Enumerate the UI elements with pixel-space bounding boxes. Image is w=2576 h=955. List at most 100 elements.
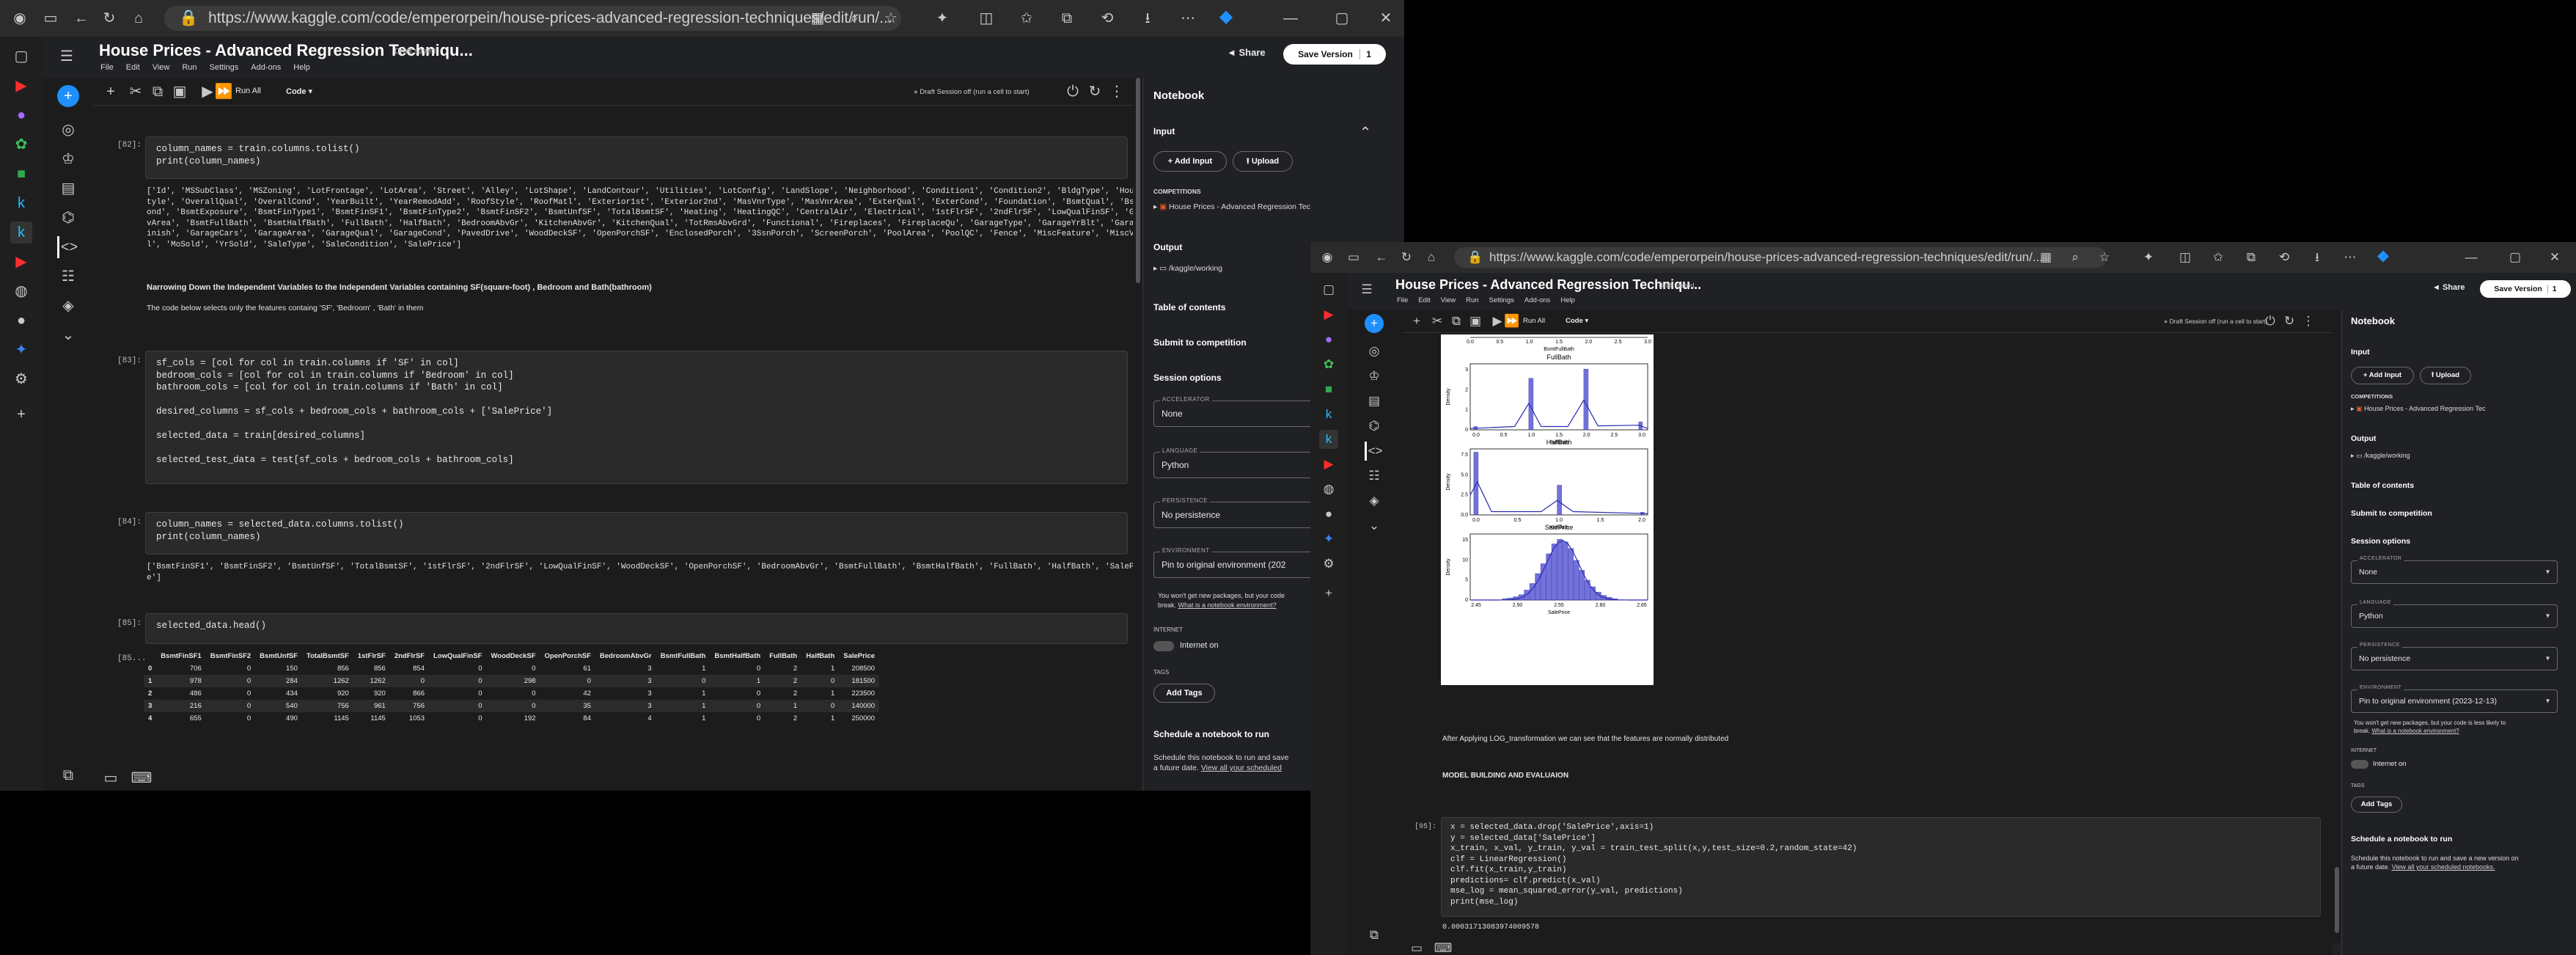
tabs-icon-2[interactable]: ▢ — [1319, 280, 1338, 299]
refresh-icon-2[interactable]: ↻ — [1397, 248, 1416, 267]
app-icon-5[interactable]: ✦ — [10, 339, 32, 361]
output-item[interactable]: ▸ ▭ /kaggle/working — [1153, 264, 1222, 273]
minimize-icon-2[interactable]: — — [2462, 248, 2481, 267]
copy-icon[interactable]: ⧉ — [147, 81, 169, 103]
reader-icon[interactable]: ▦ — [807, 7, 829, 29]
code-cell-82[interactable]: column_names = train.columns.tolist() pr… — [145, 136, 1128, 179]
cell-type-dropdown-2[interactable]: Code ▾ — [1566, 317, 1588, 325]
code-cell-85[interactable]: selected_data.head() — [145, 613, 1128, 644]
cut-icon-2[interactable]: ✂ — [1428, 312, 1447, 331]
profile-icon[interactable]: ◉ — [9, 7, 31, 29]
language-select-2[interactable]: LANGUAGE Python ▾ — [2351, 600, 2558, 628]
add-icon[interactable]: + — [10, 403, 32, 425]
run-all-icon-2[interactable]: ⏩ — [1502, 312, 1522, 331]
app-icon-2[interactable]: ✿ — [10, 133, 32, 155]
console-icon-2[interactable]: ▭ — [1407, 939, 1426, 955]
trophy-icon[interactable]: ♔ — [57, 148, 79, 170]
input-section[interactable]: Input — [1153, 126, 1175, 136]
run-all-button[interactable]: Run All — [235, 87, 261, 95]
editor-scrollbar[interactable] — [1134, 78, 1142, 760]
downloads-icon[interactable]: ⭳ — [1137, 7, 1159, 29]
add-tags-button[interactable]: Add Tags — [1153, 684, 1215, 703]
collections-icon-2[interactable]: ⧉ — [2242, 248, 2261, 267]
favorites-bar-icon-2[interactable]: ✩ — [2209, 248, 2228, 267]
expand-icon-2[interactable]: ⌄ — [1365, 516, 1384, 535]
power-icon[interactable]: ⏻ — [1062, 81, 1084, 103]
address-bar-2[interactable]: 🔒 https://www.kaggle.com/code/emperorpei… — [1454, 247, 2107, 268]
menu-help-2[interactable]: Help — [1560, 296, 1575, 304]
settings-icon[interactable]: ⚙ — [10, 368, 32, 390]
cell-more-icon-2[interactable]: ⋮ — [2299, 312, 2318, 331]
code-icon-2[interactable]: <> — [1365, 442, 1384, 461]
cell-type-dropdown[interactable]: Code ▾ — [286, 87, 312, 96]
app-icon-1[interactable]: ● — [10, 104, 32, 126]
tab-actions-icon[interactable]: ▭ — [40, 7, 62, 29]
maximize-icon-2[interactable]: ▢ — [2506, 248, 2525, 267]
submit-section-2[interactable]: Submit to competition — [2351, 509, 2432, 518]
schedule-section[interactable]: Schedule a notebook to run — [1153, 729, 1269, 739]
cut-icon[interactable]: ✂ — [125, 81, 147, 103]
kaggle-icon[interactable]: k — [10, 192, 32, 214]
menu-file[interactable]: File — [100, 63, 114, 72]
split-screen-icon[interactable]: ◫ — [975, 7, 997, 29]
models-icon-2[interactable]: ⌬ — [1365, 417, 1384, 436]
menu-run-2[interactable]: Run — [1466, 296, 1478, 304]
collapse-icon[interactable]: ⧉ — [57, 764, 79, 786]
app-icon-7[interactable]: ✿ — [1319, 355, 1338, 374]
profile-icon-2[interactable]: ◉ — [1318, 248, 1337, 267]
split-screen-icon-2[interactable]: ◫ — [2176, 248, 2195, 267]
menu-addons-2[interactable]: Add-ons — [1524, 296, 1550, 304]
environment-select-2[interactable]: ENVIRONMENT Pin to original environment (… — [2351, 685, 2558, 713]
youtube-icon[interactable]: ▶ — [10, 75, 32, 97]
tabs-icon[interactable]: ▢ — [10, 45, 32, 67]
youtube-icon-3[interactable]: ▶ — [1319, 305, 1338, 324]
learn-icon-2[interactable]: ◈ — [1365, 491, 1384, 511]
menu-file-2[interactable]: File — [1397, 296, 1408, 304]
copilot-icon[interactable]: ◆ — [1215, 6, 1237, 28]
datasets-icon-2[interactable]: ▤ — [1365, 392, 1384, 411]
console-icon[interactable]: ▭ — [100, 767, 122, 789]
accelerator-select-2[interactable]: ACCELERATOR None ▾ — [2351, 556, 2558, 584]
extensions-icon[interactable]: ✦ — [931, 7, 953, 29]
power-icon-2[interactable]: ⏻ — [2261, 312, 2280, 331]
extensions-icon-2[interactable]: ✦ — [2139, 248, 2158, 267]
kaggle-icon-2[interactable]: k — [1319, 405, 1338, 424]
menu-settings-2[interactable]: Settings — [1489, 296, 1514, 304]
schedule-link-2[interactable]: View all your scheduled notebooks. — [2392, 863, 2495, 871]
session-options-section-2[interactable]: Session options — [2351, 537, 2410, 546]
kaggle-active-icon[interactable]: k — [10, 222, 32, 244]
app-icon-10[interactable]: ✦ — [1319, 530, 1338, 549]
internet-toggle-2[interactable] — [2351, 760, 2368, 769]
restart-icon-2[interactable]: ↻ — [2280, 312, 2299, 331]
output-section[interactable]: Output — [1153, 242, 1182, 252]
datasets-icon[interactable]: ▤ — [57, 178, 79, 200]
menu-run[interactable]: Run — [182, 63, 197, 72]
menu-view[interactable]: View — [153, 63, 170, 72]
address-bar[interactable]: 🔒 https://www.kaggle.com/code/emperorpei… — [164, 6, 901, 31]
more-icon[interactable]: ⋯ — [1177, 7, 1199, 29]
zoom-icon-2[interactable]: ⌕ — [2066, 248, 2085, 267]
app-icon-3[interactable]: ■ — [10, 163, 32, 185]
collections-icon[interactable]: ⧉ — [1056, 7, 1078, 29]
collapse-icon-2[interactable]: ⧉ — [1365, 926, 1384, 945]
code-icon[interactable]: <> — [57, 236, 79, 258]
toc-section[interactable]: Table of contents — [1153, 302, 1225, 312]
upload-button[interactable]: ⭱ Upload — [1233, 151, 1293, 172]
output-section-2[interactable]: Output — [2351, 434, 2376, 443]
history-icon-2[interactable]: ⟲ — [2275, 248, 2294, 267]
editor-scrollbar-2[interactable] — [2333, 310, 2341, 942]
paste-icon[interactable]: ▣ — [169, 81, 191, 103]
share-button[interactable]: ◄ Share — [1227, 47, 1266, 58]
copy-icon-2[interactable]: ⧉ — [1447, 312, 1466, 331]
trophy-icon-2[interactable]: ♔ — [1365, 367, 1384, 386]
restart-icon[interactable]: ↻ — [1084, 81, 1106, 103]
cell-more-icon[interactable]: ⋮ — [1106, 81, 1128, 103]
youtube-icon-4[interactable]: ▶ — [1319, 455, 1338, 474]
input-collapse-icon[interactable]: ⌃ — [1354, 122, 1376, 144]
youtube-icon-2[interactable]: ▶ — [10, 251, 32, 273]
compass-icon[interactable]: ◎ — [57, 119, 79, 141]
competition-item-2[interactable]: ▸ ▣ House Prices - Advanced Regression T… — [2351, 405, 2485, 413]
history-icon[interactable]: ⟲ — [1096, 7, 1118, 29]
settings-icon-2[interactable]: ⚙ — [1319, 555, 1338, 574]
models-icon[interactable]: ⌬ — [57, 207, 79, 229]
